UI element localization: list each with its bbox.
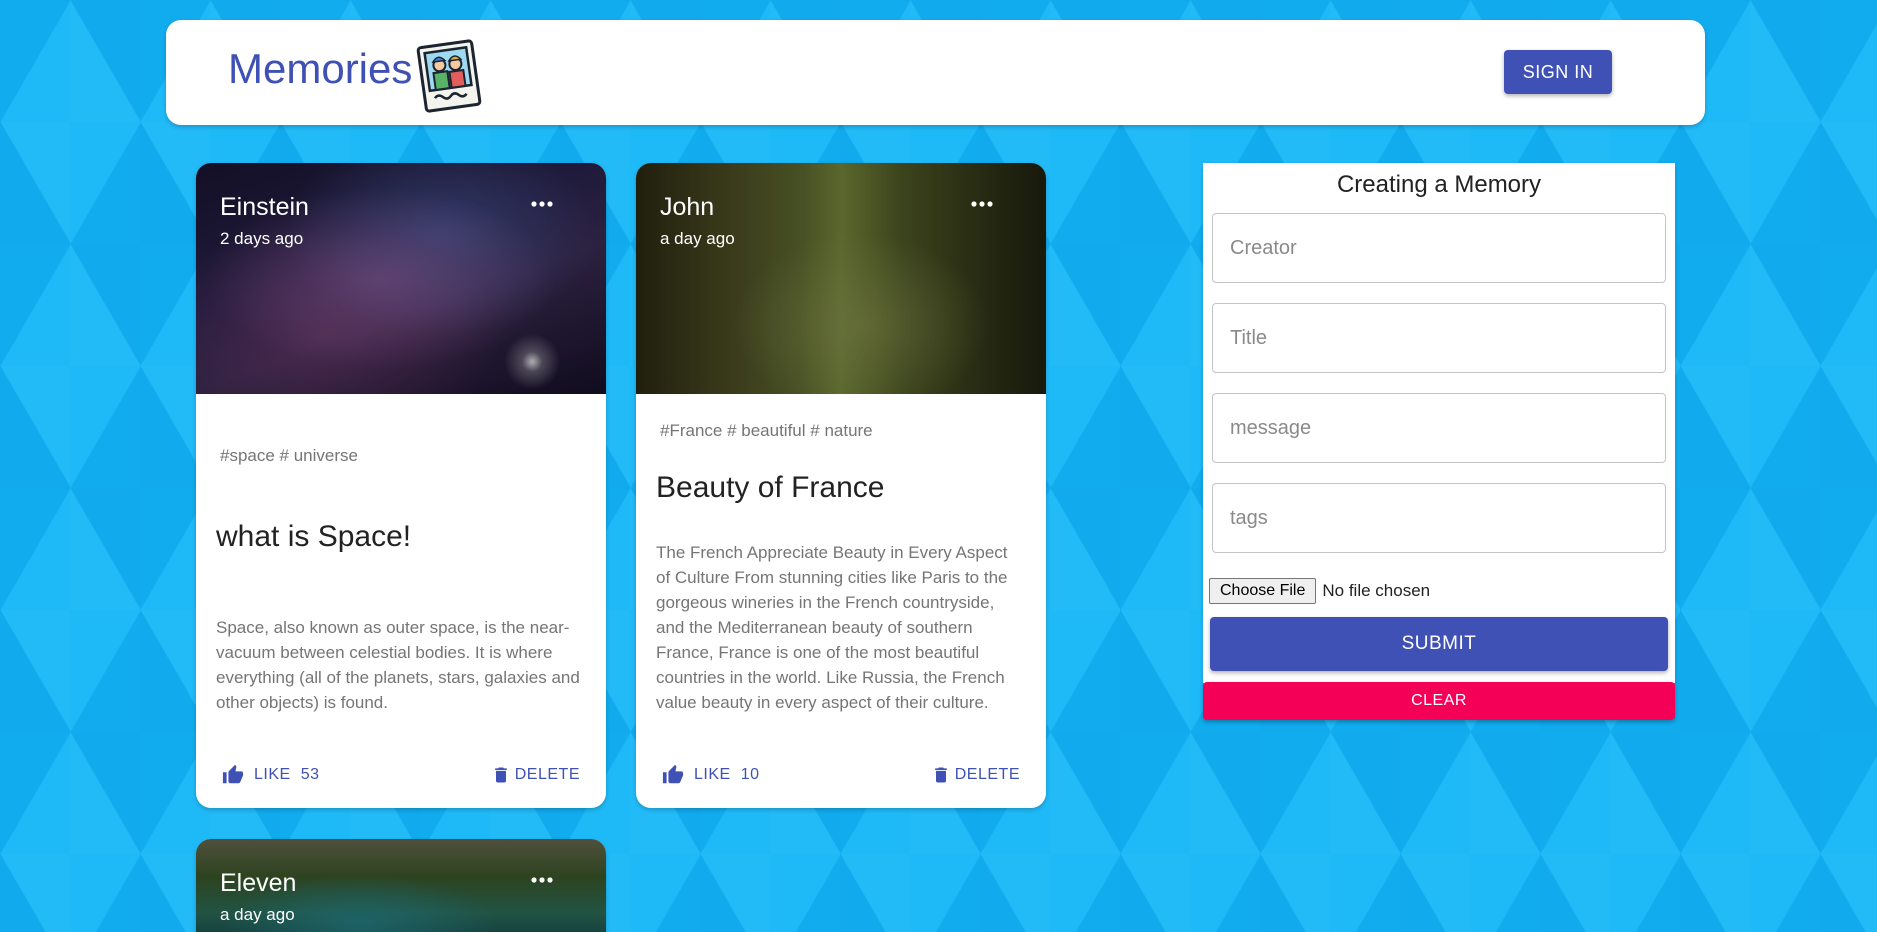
card-creator: Einstein bbox=[220, 193, 309, 221]
like-label: LIKE bbox=[254, 766, 291, 783]
more-horiz-icon[interactable] bbox=[530, 199, 554, 209]
memory-card: Eleven a day ago bbox=[196, 839, 606, 932]
like-label: LIKE bbox=[694, 766, 731, 783]
card-title: what is Space! bbox=[216, 520, 412, 553]
app-bar: Memories SIGN IN bbox=[166, 20, 1705, 125]
card-message: Space, also known as outer space, is the… bbox=[216, 618, 580, 712]
like-button[interactable]: LIKE 10 bbox=[662, 764, 759, 786]
delete-label: DELETE bbox=[954, 766, 1020, 783]
card-image: Einstein 2 days ago bbox=[196, 163, 606, 394]
card-creator: John bbox=[660, 193, 715, 221]
creator-input[interactable] bbox=[1212, 213, 1666, 283]
delete-button[interactable]: DELETE bbox=[491, 764, 580, 786]
card-actions: LIKE 53 DELETE bbox=[196, 764, 606, 794]
more-horiz-icon[interactable] bbox=[530, 875, 554, 885]
card-message: The French Appreciate Beauty in Every As… bbox=[656, 543, 1008, 712]
delete-icon bbox=[934, 767, 947, 783]
message-input[interactable] bbox=[1212, 393, 1666, 463]
card-tags: #space # universe bbox=[220, 446, 358, 465]
clear-button[interactable]: CLEAR bbox=[1203, 682, 1675, 720]
form-title: Creating a Memory bbox=[1336, 171, 1542, 198]
choose-file-button[interactable]: Choose File bbox=[1209, 578, 1317, 604]
tags-input[interactable] bbox=[1212, 483, 1666, 553]
delete-icon bbox=[494, 767, 507, 783]
sign-in-button[interactable]: SIGN IN bbox=[1504, 50, 1612, 94]
memory-card: Einstein 2 days ago #space # universe wh… bbox=[196, 163, 606, 808]
file-upload: Choose File No file chosen bbox=[1209, 578, 1430, 604]
card-image: Eleven a day ago bbox=[196, 839, 606, 932]
delete-label: DELETE bbox=[514, 766, 580, 783]
card-creator: Eleven bbox=[220, 869, 297, 897]
like-button[interactable]: LIKE 53 bbox=[222, 764, 319, 786]
app-title: Memories bbox=[228, 45, 413, 92]
title-input[interactable] bbox=[1212, 303, 1666, 373]
more-horiz-icon[interactable] bbox=[970, 199, 994, 209]
card-timestamp: a day ago bbox=[220, 905, 295, 924]
thumb-up-icon bbox=[222, 764, 244, 784]
card-tags: #France # beautiful # nature bbox=[660, 421, 873, 440]
like-count: 53 bbox=[300, 766, 320, 783]
card-image: John a day ago bbox=[636, 163, 1046, 394]
memory-card: John a day ago #France # beautiful # nat… bbox=[636, 163, 1046, 808]
submit-button[interactable]: SUBMIT bbox=[1210, 617, 1668, 671]
create-memory-form: Creating a Memory Choose File No file ch… bbox=[1203, 163, 1675, 683]
memories-photo-icon bbox=[416, 39, 482, 113]
file-status: No file chosen bbox=[1322, 581, 1431, 600]
delete-button[interactable]: DELETE bbox=[931, 764, 1020, 786]
card-actions: LIKE 10 DELETE bbox=[636, 764, 1046, 794]
card-timestamp: 2 days ago bbox=[220, 229, 304, 248]
like-count: 10 bbox=[740, 766, 760, 783]
card-title: Beauty of France bbox=[656, 471, 885, 504]
card-timestamp: a day ago bbox=[660, 229, 735, 248]
thumb-up-icon bbox=[662, 764, 684, 784]
